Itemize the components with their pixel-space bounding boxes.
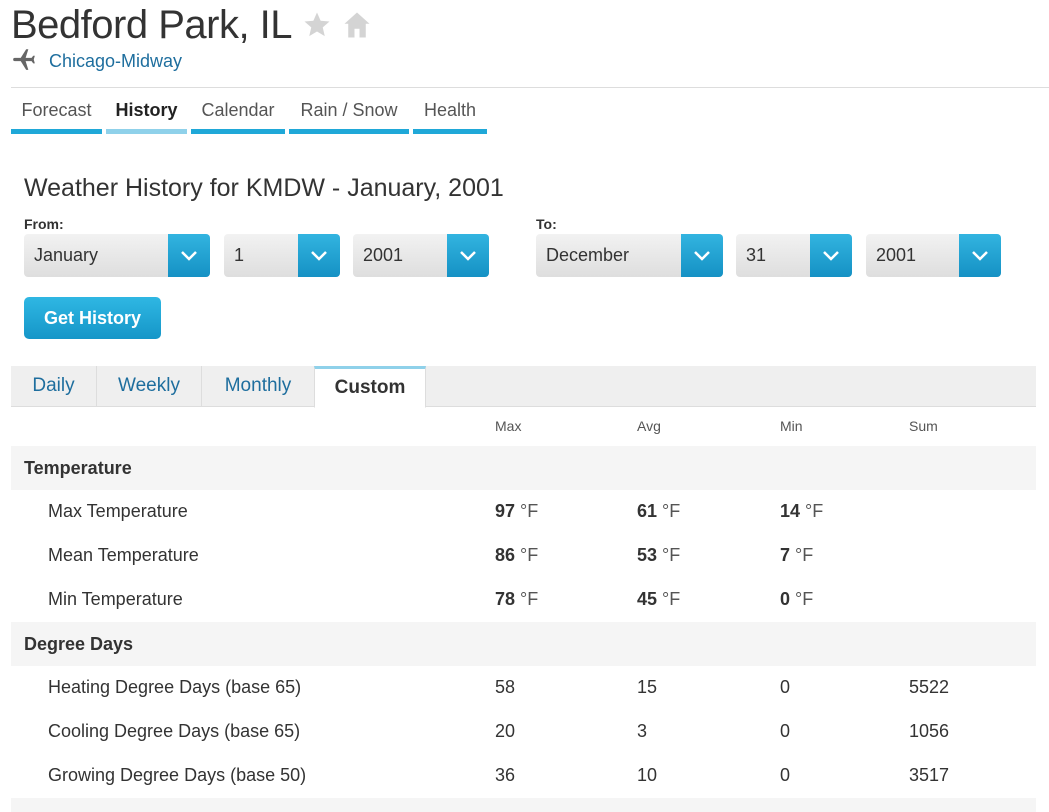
station-link[interactable]: Chicago-Midway <box>49 51 182 72</box>
page-title: Weather History for KMDW - January, 2001 <box>24 174 504 202</box>
chevron-down-icon[interactable] <box>681 234 723 277</box>
city-title: Bedford Park, IL <box>11 3 293 47</box>
from-year-select[interactable]: 2001 <box>353 234 489 277</box>
section-title: Degree Days <box>24 634 134 654</box>
unit: °F <box>662 501 681 521</box>
to-label: To: <box>536 216 557 232</box>
unit: °F <box>520 589 539 609</box>
row-label: Growing Degree Days (base 50) <box>48 765 307 785</box>
section-title: Temperature <box>24 458 132 478</box>
chevron-down-icon[interactable] <box>810 234 852 277</box>
airplane-icon <box>11 46 37 77</box>
column-header-min: Min <box>780 418 803 434</box>
cell-min: 0 <box>780 765 791 785</box>
cell-max: 86 °F <box>495 545 538 566</box>
from-month-select[interactable]: January <box>24 234 210 277</box>
value: 14 <box>780 501 801 521</box>
cell-min: 0 <box>780 721 791 741</box>
unit: °F <box>520 545 539 565</box>
row-label: Mean Temperature <box>48 545 199 565</box>
cell-min: 0 °F <box>780 589 813 610</box>
from-label: From: <box>24 216 64 232</box>
to-day-select[interactable]: 31 <box>736 234 852 277</box>
cell-min: 14 °F <box>780 501 823 522</box>
cell-max: 20 <box>495 721 516 741</box>
from-year-value: 2001 <box>363 245 404 265</box>
from-day-value: 1 <box>234 245 245 265</box>
from-day-select[interactable]: 1 <box>224 234 340 277</box>
cell-max: 36 <box>495 765 516 785</box>
value: 61 <box>637 501 658 521</box>
chevron-down-icon[interactable] <box>959 234 1001 277</box>
value: 97 <box>495 501 516 521</box>
to-year-value: 2001 <box>876 245 917 265</box>
favorite-star-icon[interactable] <box>302 10 332 40</box>
cell-min: 0 <box>780 677 791 697</box>
cell-max: 58 <box>495 677 516 697</box>
unit: °F <box>795 545 814 565</box>
cell-max: 97 °F <box>495 501 538 522</box>
cell-avg: 61 °F <box>637 501 680 522</box>
column-header-sum: Sum <box>909 418 938 434</box>
to-day-value: 31 <box>746 245 767 265</box>
nav-tab-calendar[interactable]: Calendar <box>191 96 285 134</box>
value: 7 <box>780 545 791 565</box>
unit: °F <box>662 545 681 565</box>
tab-daily[interactable]: Daily <box>11 366 97 407</box>
value: 78 <box>495 589 516 609</box>
section-degree-days: Degree Days <box>11 622 1036 666</box>
cell-avg: 10 <box>637 765 658 785</box>
cell-avg: 3 <box>637 721 648 741</box>
unit: °F <box>662 589 681 609</box>
nav-tab-health[interactable]: Health <box>413 96 487 134</box>
chevron-down-icon[interactable] <box>168 234 210 277</box>
value: 53 <box>637 545 658 565</box>
unit: °F <box>795 589 814 609</box>
value: 86 <box>495 545 516 565</box>
home-icon[interactable] <box>342 10 372 40</box>
column-header-max: Max <box>495 418 522 434</box>
cell-avg: 53 °F <box>637 545 680 566</box>
tab-monthly[interactable]: Monthly <box>202 366 315 407</box>
chevron-down-icon[interactable] <box>298 234 340 277</box>
cell-avg: 15 <box>637 677 658 697</box>
value: 45 <box>637 589 658 609</box>
column-header-avg: Avg <box>637 418 661 434</box>
from-month-value: January <box>34 245 99 265</box>
divider <box>11 87 1049 88</box>
section-next <box>11 798 1036 812</box>
nav-tab-forecast[interactable]: Forecast <box>11 96 102 134</box>
cell-sum: 3517 <box>909 765 950 785</box>
to-year-select[interactable]: 2001 <box>866 234 1001 277</box>
tab-custom[interactable]: Custom <box>314 366 426 408</box>
nav-tab-history[interactable]: History <box>106 96 187 134</box>
tab-weekly[interactable]: Weekly <box>97 366 202 407</box>
unit: °F <box>805 501 824 521</box>
row-label: Min Temperature <box>48 589 183 609</box>
to-month-select[interactable]: December <box>536 234 723 277</box>
row-label: Heating Degree Days (base 65) <box>48 677 302 697</box>
cell-avg: 45 °F <box>637 589 680 610</box>
cell-sum: 5522 <box>909 677 950 697</box>
section-temperature: Temperature <box>11 446 1036 490</box>
cell-min: 7 °F <box>780 545 813 566</box>
view-tabs: Daily Weekly Monthly Custom <box>11 366 1036 408</box>
get-history-button[interactable]: Get History <box>24 297 161 339</box>
nav-tab-rain-snow[interactable]: Rain / Snow <box>289 96 409 134</box>
to-month-value: December <box>546 245 630 265</box>
value: 0 <box>780 589 791 609</box>
cell-sum: 1056 <box>909 721 950 741</box>
row-label: Cooling Degree Days (base 65) <box>48 721 301 741</box>
row-label: Max Temperature <box>48 501 188 521</box>
unit: °F <box>520 501 539 521</box>
chevron-down-icon[interactable] <box>447 234 489 277</box>
cell-max: 78 °F <box>495 589 538 610</box>
